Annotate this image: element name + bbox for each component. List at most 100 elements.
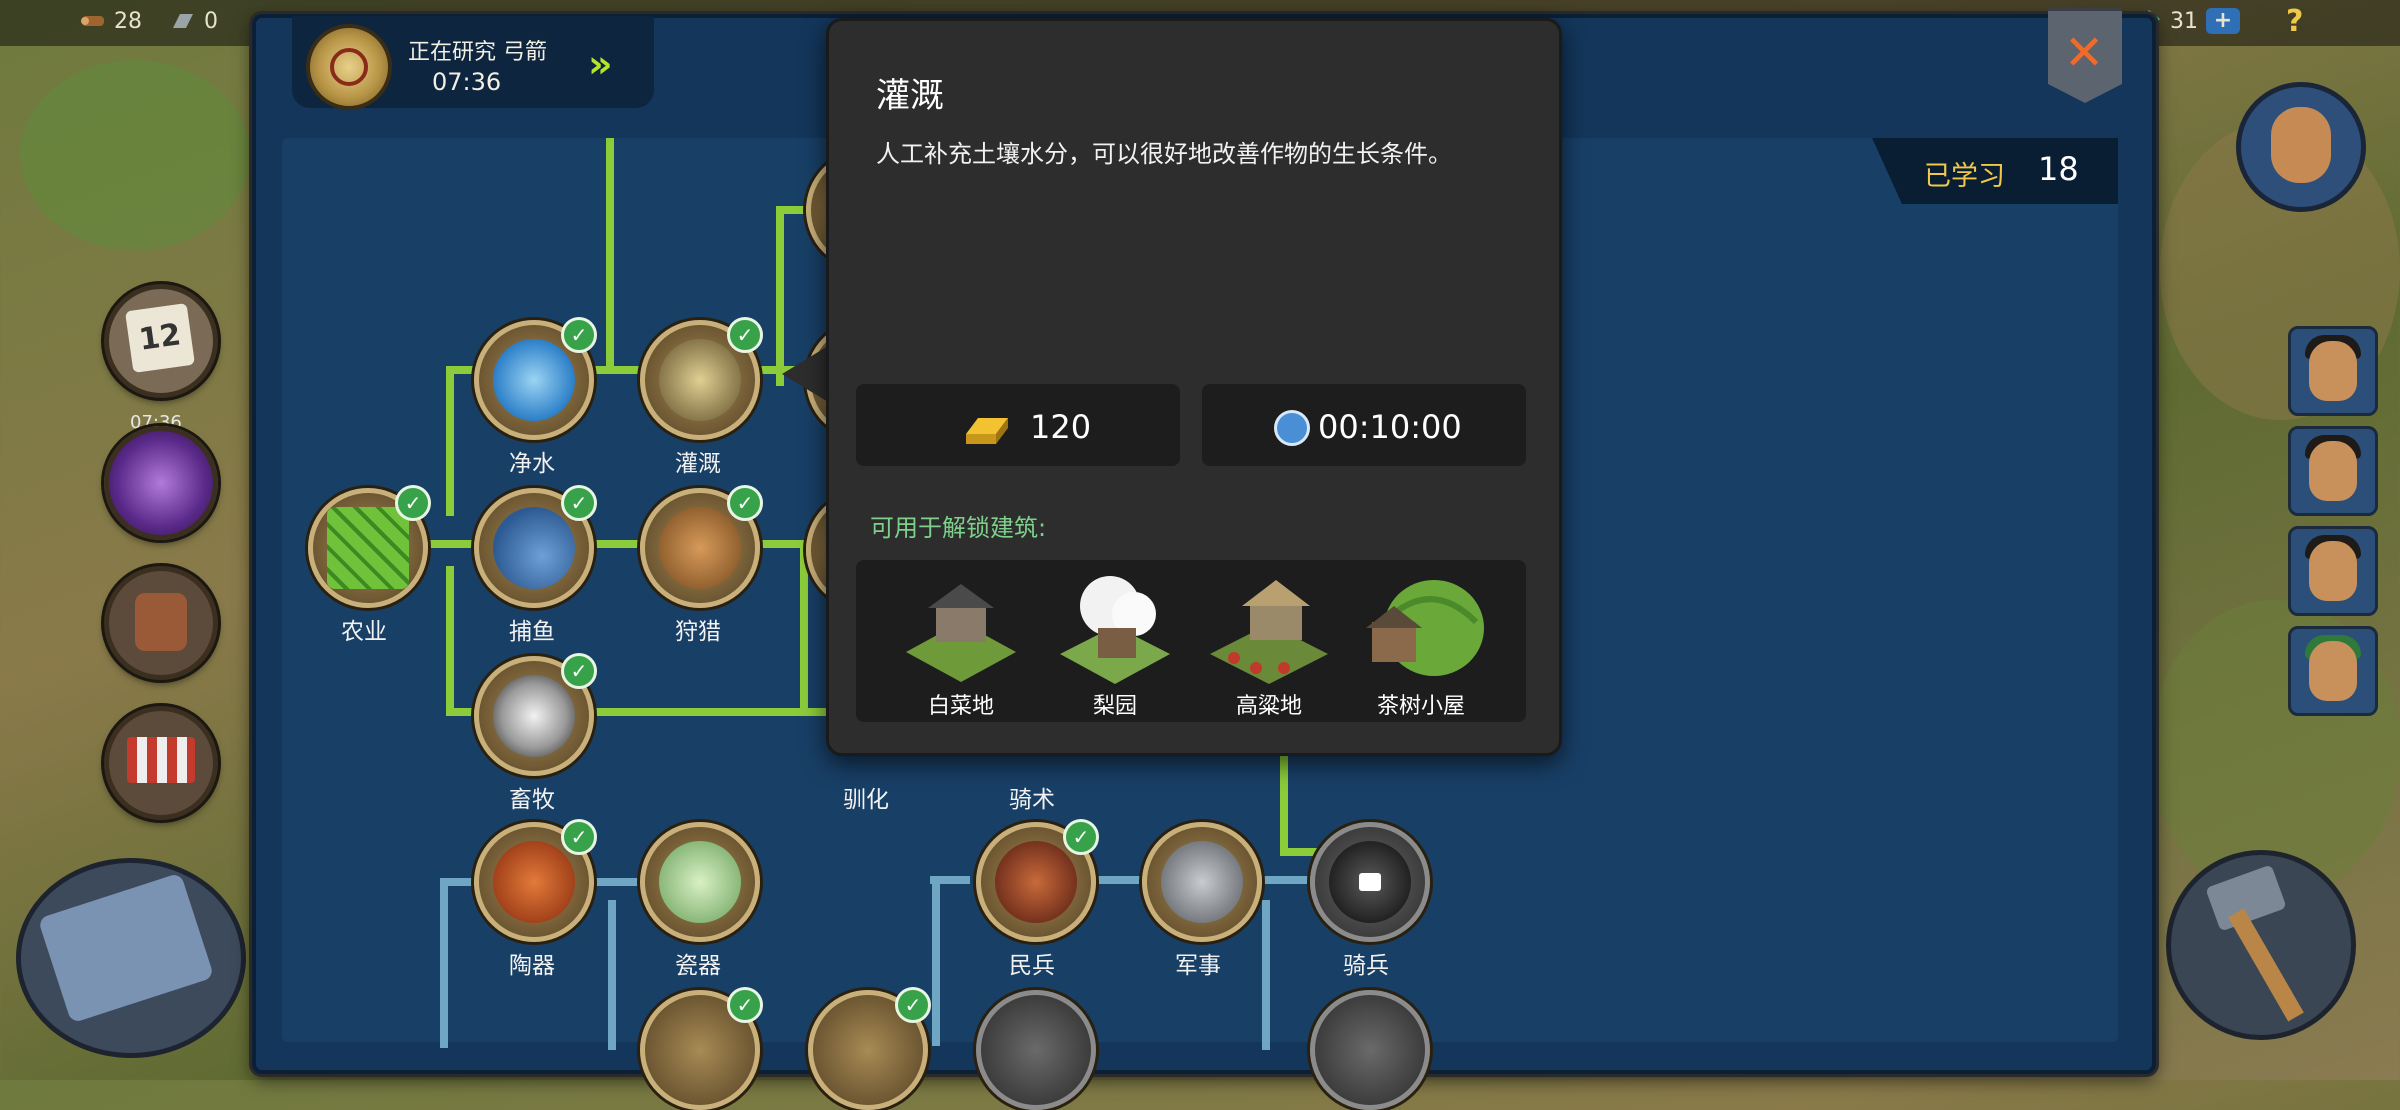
tech-node-fishing[interactable]: ✓ bbox=[474, 485, 597, 608]
fast-forward-icon[interactable]: » bbox=[588, 44, 634, 84]
iron-resource: 0 bbox=[170, 8, 218, 34]
tech-node-military[interactable] bbox=[1142, 822, 1262, 942]
tea-house-icon bbox=[1356, 572, 1486, 690]
check-icon: ✓ bbox=[727, 485, 763, 521]
check-icon: ✓ bbox=[561, 653, 597, 689]
farm-field-icon bbox=[327, 507, 409, 589]
player-avatar[interactable] bbox=[2236, 82, 2366, 212]
hammer-handle bbox=[2228, 908, 2304, 1022]
pottery-icon bbox=[493, 841, 575, 923]
time-cost: 00:10:00 bbox=[1318, 408, 1462, 446]
tree-connector bbox=[588, 878, 638, 886]
tech-node-water[interactable]: ✓ bbox=[474, 317, 597, 440]
check-icon: ✓ bbox=[1063, 819, 1099, 855]
tech-node-irrigation[interactable]: ✓ bbox=[640, 317, 763, 440]
cabbage-field-icon bbox=[896, 572, 1026, 690]
map-scroll-icon bbox=[37, 872, 215, 1024]
close-button[interactable]: ✕ bbox=[2048, 8, 2122, 103]
cow-icon bbox=[493, 675, 575, 757]
learned-label: 已学习 bbox=[1924, 161, 2005, 192]
gold-cost: 120 bbox=[1030, 408, 1092, 446]
tech-label-agriculture: 农业 bbox=[341, 619, 387, 645]
deer-icon bbox=[659, 507, 741, 589]
hero-portrait[interactable] bbox=[2288, 526, 2378, 616]
calendar-icon: 12 bbox=[124, 302, 196, 374]
tech-label-cavalry: 骑兵 bbox=[1343, 953, 1389, 979]
tree-connector bbox=[1280, 746, 1288, 856]
check-icon: ✓ bbox=[395, 485, 431, 521]
tree-connector bbox=[608, 900, 616, 1050]
tree-connector bbox=[932, 876, 940, 1046]
tech-label-hunting: 狩猎 bbox=[675, 619, 721, 645]
wood-value: 28 bbox=[114, 8, 142, 34]
tooltip-title: 灌溉 bbox=[876, 76, 944, 116]
crossed-swords-icon bbox=[1161, 841, 1243, 923]
tech-node-hidden[interactable] bbox=[976, 990, 1096, 1110]
building-label: 高粱地 bbox=[1235, 694, 1302, 719]
lock-icon bbox=[1359, 873, 1381, 891]
cart-icon bbox=[127, 737, 195, 783]
tech-node-hunting[interactable]: ✓ bbox=[640, 485, 763, 608]
pear-orchard-icon bbox=[1050, 572, 1180, 690]
check-icon: ✓ bbox=[727, 987, 763, 1023]
tech-node-porcelain[interactable] bbox=[640, 822, 760, 942]
fish-icon bbox=[493, 507, 575, 589]
tree-connector bbox=[800, 540, 808, 710]
tree-connector bbox=[1256, 876, 1316, 884]
calendar-button[interactable]: 12 bbox=[104, 284, 218, 398]
tech-node-militia[interactable]: ✓ bbox=[976, 819, 1099, 942]
tech-node-cavalry[interactable] bbox=[1310, 822, 1430, 942]
water-drops-icon bbox=[493, 339, 575, 421]
check-icon: ✓ bbox=[561, 819, 597, 855]
tooltip-pointer bbox=[782, 346, 828, 402]
close-icon: ✕ bbox=[2064, 25, 2105, 81]
sorghum-field-icon bbox=[1204, 572, 1334, 690]
tech-label-irrigation: 灌溉 bbox=[675, 451, 721, 477]
tech-node-agriculture[interactable]: ✓ bbox=[308, 485, 431, 608]
gem-value: 31 bbox=[2170, 8, 2198, 34]
building-label: 梨园 bbox=[1092, 694, 1137, 719]
tech-node-hidden[interactable] bbox=[1310, 990, 1430, 1110]
build-hammer-button[interactable] bbox=[2166, 850, 2356, 1040]
tech-label-herding: 畜牧 bbox=[509, 787, 555, 813]
building-label: 茶树小屋 bbox=[1376, 694, 1465, 719]
irrigation-icon bbox=[659, 339, 741, 421]
clock-icon bbox=[1274, 410, 1310, 446]
tech-label-pottery: 陶器 bbox=[509, 953, 555, 979]
gold-cost-box bbox=[856, 384, 1180, 466]
tech-node-pottery[interactable]: ✓ bbox=[474, 819, 597, 942]
tree-connector bbox=[440, 878, 448, 1048]
wood-resource: 28 bbox=[80, 8, 142, 34]
hero-portrait[interactable] bbox=[2288, 326, 2378, 416]
tree-connector bbox=[446, 366, 454, 516]
inventory-button[interactable] bbox=[104, 566, 218, 680]
iron-value: 0 bbox=[204, 8, 218, 34]
tech-node-herding[interactable]: ✓ bbox=[474, 653, 597, 776]
avatar-face bbox=[2271, 107, 2331, 183]
market-button[interactable] bbox=[104, 706, 218, 820]
add-gem-button[interactable]: + bbox=[2206, 8, 2240, 34]
help-button[interactable]: ? bbox=[2286, 4, 2303, 39]
iron-icon bbox=[170, 8, 196, 34]
hero-portrait[interactable] bbox=[2288, 626, 2378, 716]
hero-portrait[interactable] bbox=[2288, 426, 2378, 516]
tech-label-militia: 民兵 bbox=[1009, 953, 1055, 979]
unlock-label: 可用于解锁建筑: bbox=[870, 514, 1047, 542]
tech-node-hidden[interactable]: ✓ bbox=[808, 987, 931, 1110]
tech-label-military: 军事 bbox=[1175, 953, 1221, 979]
porcelain-icon bbox=[659, 841, 741, 923]
backpack-icon bbox=[135, 593, 187, 651]
calendar-day: 12 bbox=[136, 317, 184, 358]
tree-connector bbox=[606, 138, 614, 370]
tech-label-porcelain: 瓷器 bbox=[675, 953, 721, 979]
check-icon: ✓ bbox=[895, 987, 931, 1023]
map-scroll-button[interactable] bbox=[16, 858, 246, 1058]
map-terrain bbox=[20, 60, 250, 250]
tech-node-hidden[interactable]: ✓ bbox=[640, 987, 763, 1110]
tree-connector bbox=[446, 566, 454, 716]
learned-count: 18 bbox=[2038, 150, 2079, 188]
building-label: 白菜地 bbox=[927, 694, 994, 719]
potion-button[interactable] bbox=[104, 426, 218, 540]
tree-connector bbox=[1090, 876, 1150, 884]
tooltip-description: 人工补充土壤水分，可以很好地改善作物的生长条件。 bbox=[876, 140, 1452, 168]
